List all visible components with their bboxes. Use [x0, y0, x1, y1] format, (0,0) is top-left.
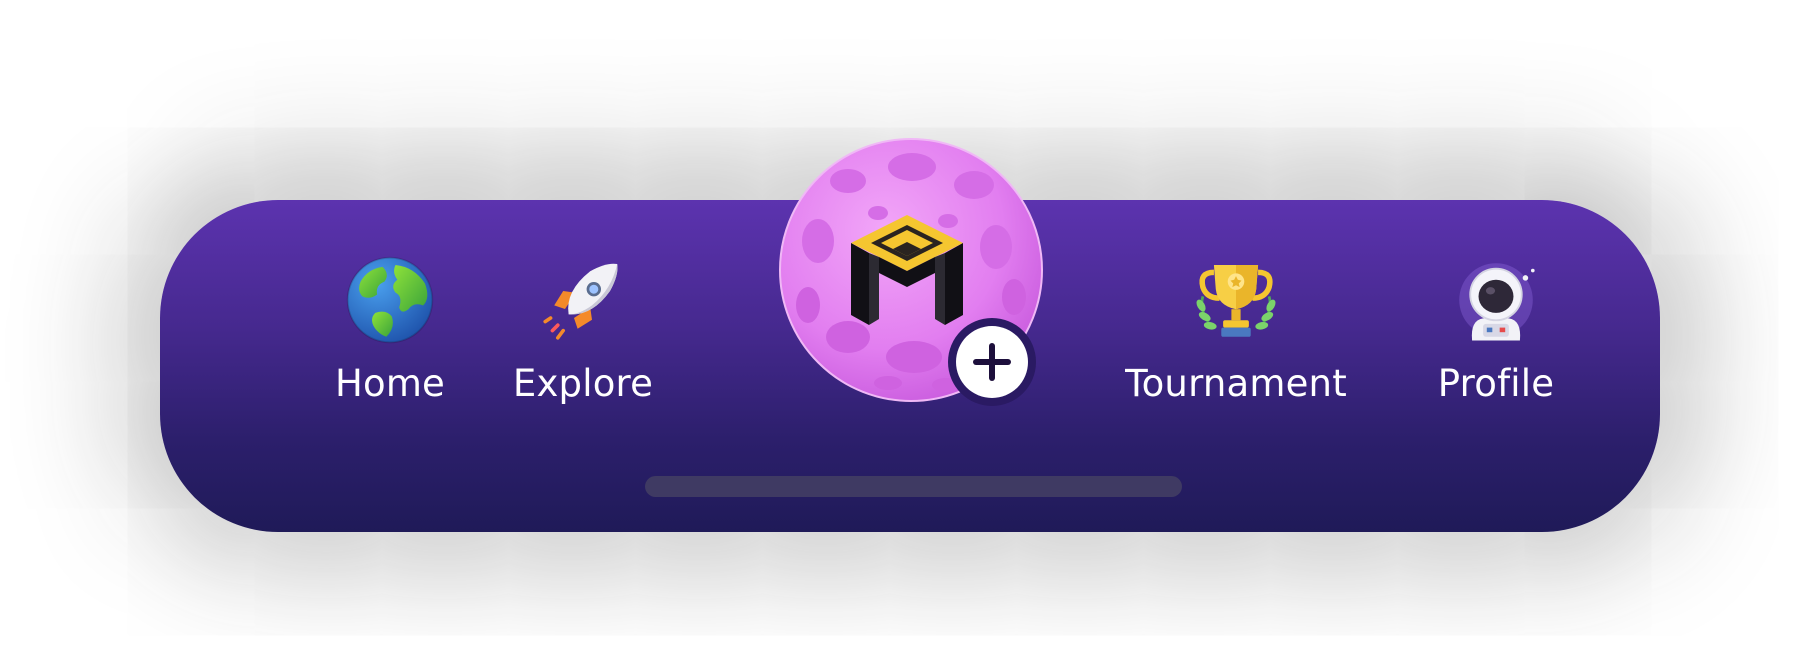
trophy-icon [1186, 250, 1286, 350]
nav-item-profile[interactable]: Profile [1401, 250, 1591, 410]
app-stage: Home Explore Tournament Profile [0, 0, 1820, 653]
nav-item-tournament[interactable]: Tournament [1106, 250, 1366, 410]
nav-label-home: Home [334, 362, 446, 405]
nav-label-profile: Profile [1437, 362, 1555, 405]
earth-globe-icon [340, 250, 440, 350]
nav-label-tournament: Tournament [1125, 362, 1347, 405]
nav-item-explore[interactable]: Explore [488, 250, 678, 410]
astronaut-icon [1446, 250, 1546, 350]
rocket-icon [533, 250, 633, 350]
plus-button[interactable] [947, 317, 1037, 407]
home-indicator [645, 476, 1182, 497]
nav-label-explore: Explore [512, 362, 654, 405]
plus-icon [948, 318, 1036, 406]
nav-item-home[interactable]: Home [295, 250, 485, 410]
